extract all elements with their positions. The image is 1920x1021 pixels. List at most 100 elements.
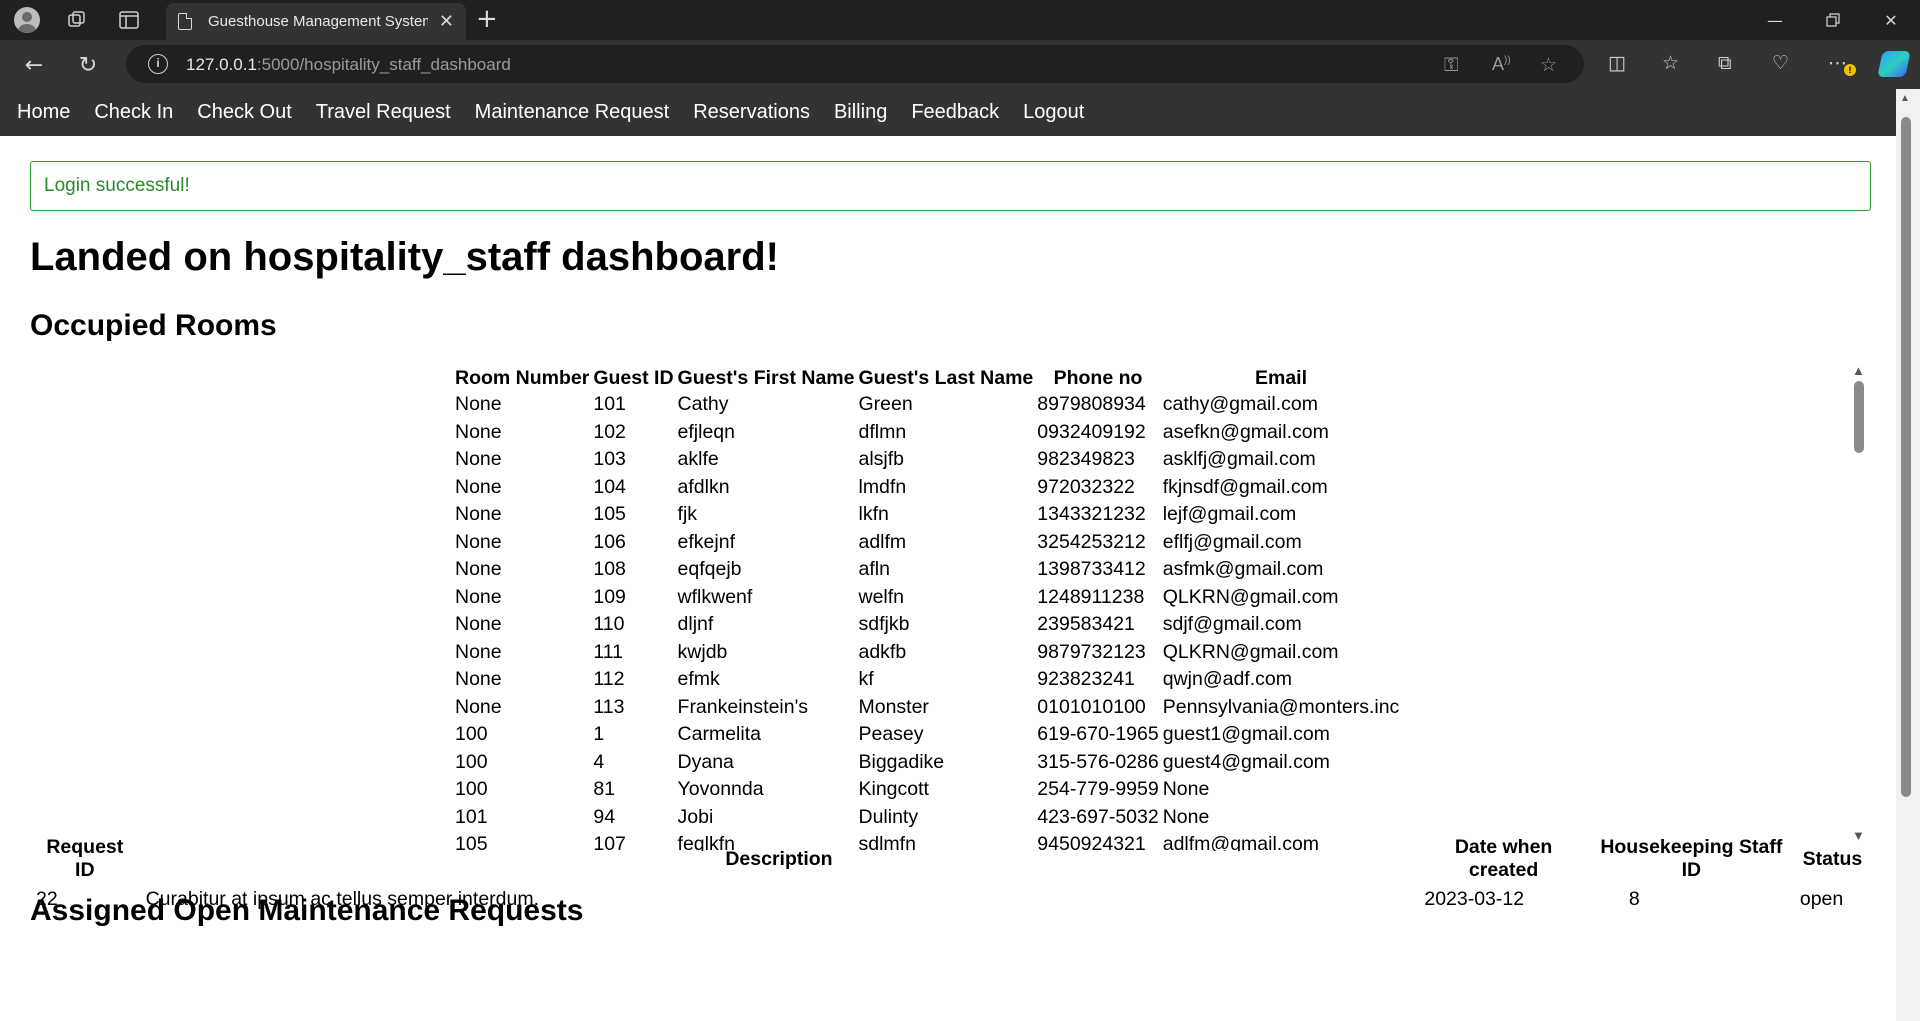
health-icon[interactable]: ♡: [1772, 52, 1789, 74]
cell-guest-id: 103: [593, 448, 626, 471]
cell-first-name: fjk: [677, 503, 698, 526]
cell-phone: 9879732123: [1037, 640, 1146, 663]
favorites-icon[interactable]: ☆: [1662, 52, 1679, 74]
cell-first-name: efjleqn: [677, 420, 735, 443]
cell-email: sdjf@gmail.com: [1162, 613, 1302, 636]
page-scroll-up-icon[interactable]: ▲: [1900, 93, 1910, 104]
site-info-icon[interactable]: i: [148, 54, 168, 74]
cell-last-name: lkfn: [858, 503, 889, 526]
url-text[interactable]: 127.0.0.1:5000/hospitality_staff_dashboa…: [186, 55, 511, 75]
collections-icon[interactable]: ⧉: [1718, 52, 1732, 74]
cell-last-name: adkfb: [858, 640, 907, 663]
restore-button[interactable]: [1810, 6, 1856, 34]
table-row: 100 81 Yovonnda Kingcott 254-779-9959 None: [453, 776, 1401, 804]
cell-phone: 0932409192: [1037, 420, 1146, 443]
profile-icon[interactable]: [12, 6, 42, 34]
cell-first-name: Carmelita: [677, 723, 761, 746]
nav-home[interactable]: Home: [5, 89, 82, 136]
cell-room-number: None: [455, 393, 502, 416]
cell-room-number: None: [455, 613, 502, 636]
occupied-rooms-scroll-box[interactable]: Room Number Guest ID Guest's First Name …: [30, 361, 1871, 851]
table-scrollbar[interactable]: ▲ ▼: [1847, 361, 1871, 851]
col-status: Status: [1802, 847, 1863, 870]
tab-title: Guesthouse Management System: [208, 13, 428, 30]
cell-email: None: [1162, 805, 1210, 828]
address-bar[interactable]: i 127.0.0.1:5000/hospitality_staff_dashb…: [126, 45, 1584, 83]
cell-phone: 254-779-9959: [1037, 778, 1159, 801]
maintenance-table: Request ID Description Date when created…: [30, 832, 1871, 913]
key-icon[interactable]: ⚿: [1444, 54, 1458, 76]
tab-actions-icon[interactable]: [114, 6, 144, 34]
nav-check-out[interactable]: Check Out: [185, 89, 303, 136]
cell-first-name: wflkwenf: [677, 585, 753, 608]
notification-badge-icon: !: [1844, 64, 1856, 76]
cell-room-number: None: [455, 558, 502, 581]
browser-tab-active[interactable]: Guesthouse Management System ✕: [166, 3, 466, 40]
cell-room-number: None: [455, 503, 502, 526]
cell-room-number: 100: [455, 750, 488, 773]
maintenance-header-row: Request ID Description Date when created…: [30, 832, 1871, 886]
new-tab-button[interactable]: +: [476, 4, 498, 34]
table-row: None 113 Frankeinstein's Monster 0101010100 P…: [453, 694, 1401, 722]
cell-email: asklfj@gmail.com: [1162, 448, 1316, 471]
cell-last-name: dflmn: [858, 420, 907, 443]
table-row: None 105 fjk lkfn 1343321232 lejf@gmail.com: [453, 501, 1401, 529]
read-aloud-icon[interactable]: A)): [1492, 54, 1511, 75]
cell-first-name: kwjdb: [677, 640, 728, 663]
cell-room-number: None: [455, 695, 502, 718]
scroll-up-arrow-icon[interactable]: ▲: [1852, 363, 1865, 378]
site-nav: Home Check In Check Out Travel Request M…: [0, 89, 1896, 136]
cell-room-number: 100: [455, 723, 488, 746]
nav-billing[interactable]: Billing: [822, 89, 899, 136]
table-scroll-thumb[interactable]: [1854, 381, 1864, 453]
cell-phone: 1343321232: [1037, 503, 1146, 526]
cell-guest-id: 105: [593, 503, 626, 526]
minimize-button[interactable]: —: [1752, 6, 1798, 34]
cell-last-name: sdfjkb: [858, 613, 910, 636]
nav-check-in[interactable]: Check In: [82, 89, 185, 136]
table-row: None 111 kwjdb adkfb 9879732123 QLKRN@gmail.c…: [453, 639, 1401, 667]
cell-first-name: efmk: [677, 668, 720, 691]
page-scroll-thumb[interactable]: [1901, 117, 1911, 797]
cell-email: guest1@gmail.com: [1162, 723, 1330, 746]
cell-date-created: 2023-03-12: [1424, 888, 1525, 910]
split-screen-icon[interactable]: ◫: [1608, 52, 1626, 74]
col-first-name: Guest's First Name: [677, 366, 855, 389]
refresh-icon[interactable]: ↻: [72, 49, 104, 81]
nav-maintenance-request[interactable]: Maintenance Request: [463, 89, 682, 136]
table-row: None 103 aklfe alsjfb 982349823 asklfj@gmail.…: [453, 446, 1401, 474]
cell-first-name: Frankeinstein's: [677, 695, 809, 718]
occupied-rooms-heading: Occupied Rooms: [30, 309, 277, 342]
nav-logout[interactable]: Logout: [1011, 89, 1096, 136]
cell-guest-id: 112: [593, 668, 625, 691]
cell-phone: 3254253212: [1037, 530, 1146, 553]
cell-last-name: kf: [858, 668, 874, 691]
col-date-created: Date when created: [1454, 836, 1553, 881]
cell-email: asefkn@gmail.com: [1162, 420, 1329, 443]
col-description: Description: [725, 847, 833, 870]
close-tab-icon[interactable]: ✕: [439, 11, 454, 32]
cell-email: None: [1162, 778, 1210, 801]
cell-email: lejf@gmail.com: [1162, 503, 1297, 526]
table-row: None 112 efmk kf 923823241 qwjn@adf.com: [453, 666, 1401, 694]
page-scrollbar[interactable]: ▲: [1896, 89, 1920, 1021]
back-icon[interactable]: ←: [18, 49, 50, 81]
cell-phone: 239583421: [1037, 613, 1135, 636]
cell-email: cathy@gmail.com: [1162, 393, 1318, 416]
table-row: None 102 efjleqn dflmn 0932409192 asefkn@gmai…: [453, 419, 1401, 447]
table-row: 100 4 Dyana Biggadike 315-576-0286 guest4@gma…: [453, 749, 1401, 777]
cell-email: QLKRN@gmail.com: [1162, 640, 1339, 663]
favorite-star-icon[interactable]: ☆: [1540, 54, 1557, 76]
cell-guest-id: 94: [593, 805, 616, 828]
close-window-button[interactable]: ✕: [1868, 6, 1914, 34]
col-last-name: Guest's Last Name: [858, 366, 1034, 389]
cell-last-name: afln: [858, 558, 890, 581]
nav-travel-request[interactable]: Travel Request: [304, 89, 463, 136]
workspaces-icon[interactable]: [62, 6, 92, 34]
nav-reservations[interactable]: Reservations: [681, 89, 822, 136]
col-room-number: Room Number: [455, 366, 590, 389]
page-viewport: Home Check In Check Out Travel Request M…: [0, 89, 1920, 1021]
cell-phone: 0101010100: [1037, 695, 1146, 718]
nav-feedback[interactable]: Feedback: [899, 89, 1011, 136]
cell-email: fkjnsdf@gmail.com: [1162, 475, 1328, 498]
